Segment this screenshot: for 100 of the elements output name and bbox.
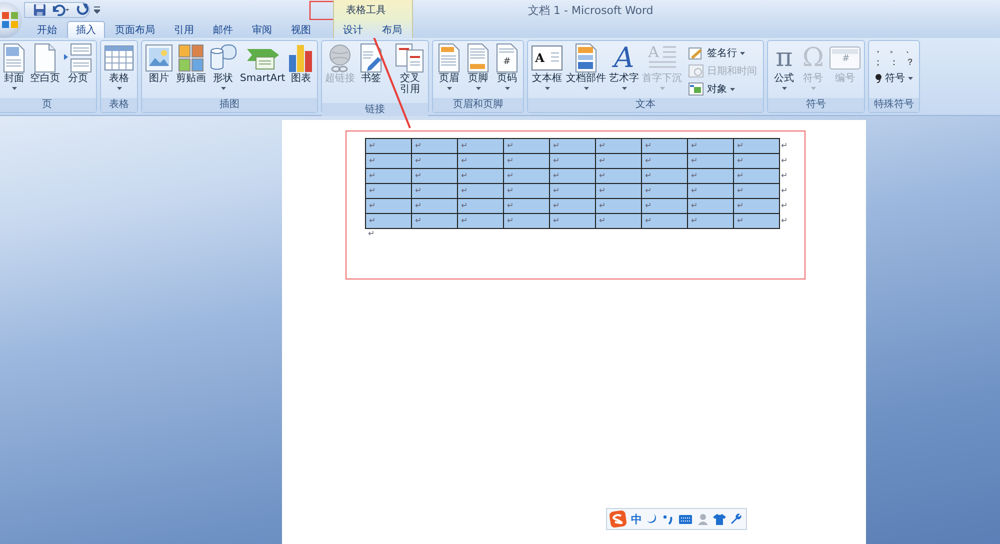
- table-cell[interactable]: ↵: [366, 214, 412, 228]
- table-cell[interactable]: ↵: [458, 138, 504, 154]
- table-cell[interactable]: ↵: [550, 198, 596, 214]
- table-cell[interactable]: ↵: [366, 198, 412, 214]
- table-cell[interactable]: ↵: [596, 168, 642, 184]
- ribbon-button[interactable]: 空白页: [29, 43, 61, 98]
- ribbon-tab[interactable]: 设计: [334, 21, 372, 38]
- ribbon-button[interactable]: 剪贴画: [175, 43, 207, 98]
- table-cell[interactable]: ↵: [412, 154, 458, 168]
- table-cell[interactable]: ↵: [458, 214, 504, 228]
- ribbon-tab[interactable]: 审阅: [243, 21, 281, 38]
- table-cell[interactable]: ↵: [550, 184, 596, 198]
- ribbon-button[interactable]: 书签: [357, 43, 386, 103]
- table-cell[interactable]: ↵: [596, 184, 642, 198]
- table-cell[interactable]: ↵: [504, 214, 550, 228]
- table-cell[interactable]: ↵: [642, 184, 688, 198]
- table-cell[interactable]: ↵: [458, 154, 504, 168]
- ribbon-tab[interactable]: 布局: [373, 21, 411, 38]
- ribbon-button[interactable]: 封面: [0, 43, 28, 98]
- table-cell[interactable]: ↵: [734, 154, 780, 168]
- table-cell[interactable]: ↵: [642, 138, 688, 154]
- table-cell[interactable]: ↵: [688, 138, 734, 154]
- ribbon-button[interactable]: A 文本框: [530, 43, 564, 98]
- redo-icon[interactable]: [76, 3, 90, 17]
- ribbon-tab[interactable]: 视图: [282, 21, 320, 38]
- ribbon-tab[interactable]: 邮件: [204, 21, 242, 38]
- table-cell[interactable]: ↵: [412, 184, 458, 198]
- keyboard-icon[interactable]: [678, 513, 693, 525]
- table-cell[interactable]: ↵: [366, 168, 412, 184]
- table-cell[interactable]: ↵: [688, 214, 734, 228]
- table-cell[interactable]: ↵: [550, 138, 596, 154]
- table-cell[interactable]: ↵: [642, 198, 688, 214]
- ribbon-button[interactable]: 分页: [62, 43, 94, 98]
- table-cell[interactable]: ↵: [688, 168, 734, 184]
- table-cell[interactable]: ↵: [458, 198, 504, 214]
- save-icon[interactable]: [33, 3, 46, 17]
- table-cell[interactable]: ↵: [458, 168, 504, 184]
- table-cell[interactable]: ↵: [734, 168, 780, 184]
- ribbon-tab[interactable]: 开始: [28, 21, 66, 38]
- table-cell[interactable]: ↵: [504, 154, 550, 168]
- table-cell[interactable]: ↵: [688, 184, 734, 198]
- ribbon-button[interactable]: 符号: [873, 70, 916, 86]
- table-cell[interactable]: ↵: [734, 214, 780, 228]
- table-cell[interactable]: ↵: [504, 138, 550, 154]
- table-cell[interactable]: ↵: [688, 154, 734, 168]
- table-cell[interactable]: ↵: [550, 168, 596, 184]
- symbol-button[interactable]: 。: [887, 43, 902, 56]
- table-cell[interactable]: ↵: [366, 154, 412, 168]
- ribbon-button[interactable]: SmartArt: [239, 43, 286, 98]
- table-cell[interactable]: ↵: [734, 198, 780, 214]
- table-cell[interactable]: ↵: [366, 138, 412, 154]
- table-cell[interactable]: ↵: [642, 168, 688, 184]
- table-cell[interactable]: ↵: [412, 198, 458, 214]
- symbol-button[interactable]: ：: [887, 56, 902, 69]
- table-cell[interactable]: ↵: [412, 138, 458, 154]
- ribbon-button[interactable]: 页眉: [435, 43, 464, 98]
- table-cell[interactable]: ↵: [596, 198, 642, 214]
- symbol-button[interactable]: ，: [871, 43, 886, 56]
- table-cell[interactable]: ↵: [412, 168, 458, 184]
- table-cell[interactable]: ↵: [688, 198, 734, 214]
- symbol-button[interactable]: 、: [903, 43, 918, 56]
- symbol-button[interactable]: ；: [871, 56, 886, 69]
- table-cell[interactable]: ↵: [412, 214, 458, 228]
- undo-icon[interactable]: [51, 3, 71, 17]
- ribbon-button[interactable]: 图片: [144, 43, 174, 98]
- shirt-icon[interactable]: [713, 513, 726, 525]
- table-cell[interactable]: ↵: [642, 214, 688, 228]
- table-cell[interactable]: ↵: [504, 198, 550, 214]
- table-cell[interactable]: ↵: [596, 154, 642, 168]
- input-mode[interactable]: 中: [631, 512, 642, 526]
- ribbon-button[interactable]: A 艺术字: [608, 43, 640, 98]
- table-cell[interactable]: ↵: [458, 184, 504, 198]
- ribbon-button[interactable]: # 页码: [493, 43, 522, 98]
- ime-logo-icon[interactable]: [609, 510, 627, 528]
- table-cell[interactable]: ↵: [642, 154, 688, 168]
- ribbon-tab[interactable]: 页面布局: [106, 21, 164, 38]
- table-cell[interactable]: ↵: [504, 168, 550, 184]
- table-cell[interactable]: ↵: [596, 138, 642, 154]
- ribbon-tab[interactable]: 引用: [165, 21, 203, 38]
- moon-icon[interactable]: [646, 513, 658, 525]
- symbol-button[interactable]: ？: [903, 56, 918, 69]
- ribbon-button[interactable]: 形状: [208, 43, 238, 98]
- table-cell[interactable]: ↵: [366, 184, 412, 198]
- table-cell[interactable]: ↵: [550, 214, 596, 228]
- table-cell[interactable]: ↵: [596, 214, 642, 228]
- table-cell[interactable]: ↵: [550, 154, 596, 168]
- customize-caret-icon[interactable]: [94, 6, 100, 14]
- ribbon-button[interactable]: π 公式: [770, 43, 798, 98]
- ribbon-button[interactable]: 对象: [686, 81, 760, 97]
- table-cell[interactable]: ↵: [734, 184, 780, 198]
- ribbon-button[interactable]: 表格: [103, 43, 135, 98]
- ribbon-button[interactable]: 页脚: [464, 43, 492, 98]
- ribbon-button[interactable]: 签名行: [686, 45, 760, 61]
- ribbon-tab[interactable]: 插入: [67, 21, 105, 38]
- ribbon-button[interactable]: 文档部件: [565, 43, 608, 98]
- table-cell[interactable]: ↵: [504, 184, 550, 198]
- wrench-icon[interactable]: [730, 513, 742, 525]
- punctuation-icon[interactable]: [662, 513, 674, 525]
- table-cell[interactable]: ↵: [734, 138, 780, 154]
- ribbon-button[interactable]: 图表: [287, 43, 316, 98]
